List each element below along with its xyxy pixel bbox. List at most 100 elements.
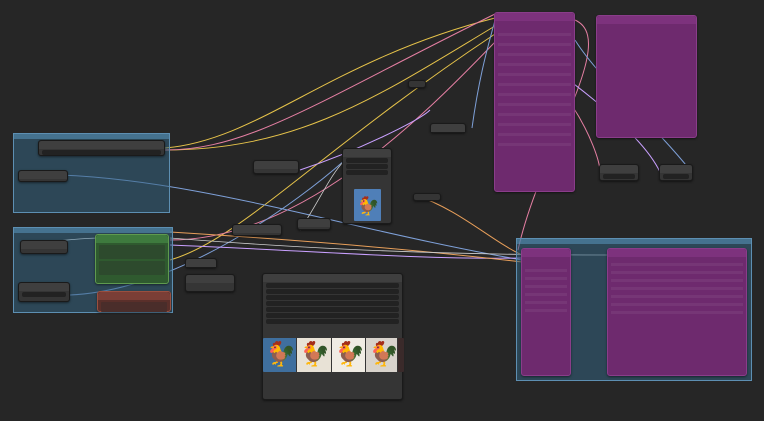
widget-row[interactable] xyxy=(611,263,743,266)
width-widget[interactable] xyxy=(22,292,66,297)
node-title xyxy=(19,171,67,179)
widget-row[interactable] xyxy=(498,133,571,136)
node-title xyxy=(608,249,746,257)
seed-widget[interactable] xyxy=(346,158,388,163)
preview-image-node[interactable]: 🐓 🐓 🐓 🐓 xyxy=(262,273,404,400)
cfg-widget[interactable] xyxy=(346,170,388,175)
node-title xyxy=(343,149,391,157)
widget-row[interactable] xyxy=(266,319,399,324)
widget-row[interactable] xyxy=(498,33,571,36)
node-title xyxy=(263,274,402,282)
latent-image-node[interactable] xyxy=(18,282,70,302)
widget-row[interactable] xyxy=(525,277,567,280)
load-checkpoint-node[interactable] xyxy=(38,140,165,156)
widget-row[interactable] xyxy=(498,103,571,106)
widget-row[interactable] xyxy=(498,113,571,116)
connection-wire xyxy=(169,41,496,241)
widget-row[interactable] xyxy=(498,73,571,76)
gallery-image[interactable]: 🐓 xyxy=(332,338,365,372)
connection-wire xyxy=(169,231,523,263)
widget-row[interactable] xyxy=(498,63,571,66)
widget-row[interactable] xyxy=(525,293,567,296)
node-title xyxy=(19,283,69,291)
rooster-icon: 🐓 xyxy=(357,196,380,217)
steps-widget[interactable] xyxy=(346,164,388,169)
upscale-settings-node[interactable] xyxy=(521,248,571,376)
node-title xyxy=(522,249,570,257)
connection-wire xyxy=(169,244,523,259)
node-title xyxy=(495,13,574,21)
upscale-node[interactable] xyxy=(297,218,331,230)
gallery-image[interactable]: 🐓 xyxy=(297,338,331,372)
image-gallery[interactable]: 🐓 🐓 🐓 🐓 xyxy=(263,338,404,372)
node-title xyxy=(98,292,170,300)
widget-row[interactable] xyxy=(525,309,567,312)
widget-row[interactable] xyxy=(663,174,689,179)
ksampler-node[interactable]: 🐓 xyxy=(342,148,392,224)
widget-row[interactable] xyxy=(498,43,571,46)
switch-node[interactable] xyxy=(659,164,693,181)
primitive-node[interactable] xyxy=(20,240,68,254)
widget-row[interactable] xyxy=(266,283,399,288)
widget-row[interactable] xyxy=(498,123,571,126)
gallery-image[interactable]: 🐓 xyxy=(366,338,399,372)
node-title xyxy=(298,219,330,227)
empty-latent-node[interactable] xyxy=(185,274,235,292)
image-compare-node[interactable] xyxy=(596,15,697,138)
prompt-textarea[interactable] xyxy=(99,261,165,275)
reroute-dot[interactable] xyxy=(413,193,441,201)
widget-row[interactable] xyxy=(266,289,399,294)
rooster-icon: 🐓 xyxy=(369,340,399,368)
lora-node[interactable] xyxy=(18,170,68,182)
widget-row[interactable] xyxy=(611,287,743,290)
upscale-output-node[interactable] xyxy=(607,248,747,376)
node-title xyxy=(600,165,638,173)
widget-row[interactable] xyxy=(498,53,571,56)
node-title xyxy=(254,161,298,169)
widget-row[interactable] xyxy=(611,295,743,298)
conditioning-node[interactable] xyxy=(232,224,282,236)
widget-row[interactable] xyxy=(266,313,399,318)
node-title xyxy=(186,275,234,283)
vae-decode-node[interactable] xyxy=(430,123,466,133)
clip-text-negative-node[interactable] xyxy=(97,291,171,312)
widget-row[interactable] xyxy=(611,279,743,282)
group-title xyxy=(14,134,169,139)
reroute-node[interactable] xyxy=(253,160,299,174)
widget-row[interactable] xyxy=(611,311,743,314)
group-title xyxy=(14,228,172,233)
node-title xyxy=(431,124,465,132)
ckpt-name-widget[interactable] xyxy=(42,150,161,155)
negative-prompt-textarea[interactable] xyxy=(101,302,167,312)
widget-row[interactable] xyxy=(603,174,635,179)
rooster-icon: 🐓 xyxy=(266,340,296,368)
reroute-dot[interactable] xyxy=(408,80,426,88)
widget-row[interactable] xyxy=(266,295,399,300)
connection-wire xyxy=(471,19,496,129)
clip-text-positive-node[interactable] xyxy=(95,234,169,284)
node-title xyxy=(660,165,692,173)
save-image-node[interactable] xyxy=(494,12,575,192)
node-title xyxy=(39,141,164,149)
gallery-image[interactable] xyxy=(398,338,404,372)
connection-wire xyxy=(414,194,523,256)
connection-wire xyxy=(169,33,496,261)
seed-node[interactable] xyxy=(185,258,217,268)
widget-row[interactable] xyxy=(266,307,399,312)
widget-row[interactable] xyxy=(525,269,567,272)
widget-row[interactable] xyxy=(498,143,571,146)
node-graph-canvas[interactable]: 🐓 🐓 🐓 🐓 🐓 xyxy=(0,0,764,421)
node-title xyxy=(186,259,216,267)
widget-row[interactable] xyxy=(525,285,567,288)
widget-row[interactable] xyxy=(611,303,743,306)
widget-row[interactable] xyxy=(611,271,743,274)
prompt-textarea[interactable] xyxy=(99,245,165,259)
rooster-icon: 🐓 xyxy=(335,340,365,368)
widget-row[interactable] xyxy=(498,83,571,86)
widget-row[interactable] xyxy=(525,301,567,304)
widget-row[interactable] xyxy=(266,301,399,306)
widget-row[interactable] xyxy=(498,93,571,96)
gallery-image[interactable]: 🐓 xyxy=(263,338,296,372)
switch-node[interactable] xyxy=(599,164,639,181)
node-title xyxy=(597,16,696,24)
